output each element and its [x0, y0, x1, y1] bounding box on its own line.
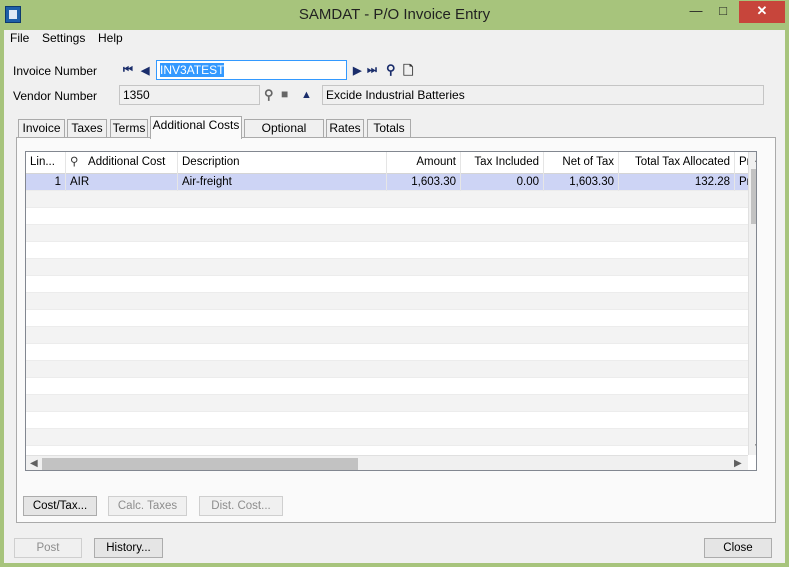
additional-cost-header-text: Additional Cost [88, 156, 166, 168]
table-row[interactable] [26, 293, 748, 310]
vertical-scroll-thumb[interactable] [751, 169, 756, 224]
dist-cost-button[interactable]: Dist. Cost... [199, 496, 283, 516]
table-row[interactable] [26, 208, 748, 225]
menu-settings[interactable]: Settings [42, 31, 85, 45]
post-button[interactable]: Post [14, 538, 82, 558]
client-area: File Settings Help Invoice Number ⏮ ◀ IN… [4, 30, 785, 563]
horizontal-scroll-thumb[interactable] [42, 458, 358, 470]
tab-taxes[interactable]: Taxes [67, 119, 107, 138]
table-row[interactable] [26, 242, 748, 259]
column-header-tax-included[interactable]: Tax Included [461, 152, 544, 174]
new-invoice-icon[interactable]: 🗋 [403, 62, 413, 84]
grid-header: Lin... ⚲ Additional Cost Description Amo… [26, 152, 748, 174]
history-button[interactable]: History... [94, 538, 163, 558]
table-row[interactable] [26, 310, 748, 327]
finder-icon[interactable]: ⚲ [70, 156, 78, 168]
column-header-total-tax-allocated[interactable]: Total Tax Allocated [619, 152, 735, 174]
cell-additional-cost[interactable]: AIR [66, 174, 178, 191]
previous-record-icon[interactable]: ◀ [141, 64, 149, 77]
vertical-scrollbar[interactable]: ▲ ▼ [748, 152, 756, 455]
table-row[interactable] [26, 191, 748, 208]
tab-optional-fields[interactable]: Optional Fields [244, 119, 324, 152]
title-bar[interactable]: SAMDAT - P/O Invoice Entry — □ ✕ [0, 0, 789, 30]
scroll-up-icon[interactable]: ▲ [753, 154, 756, 165]
table-row[interactable] [26, 259, 748, 276]
menu-bar: File Settings Help [4, 30, 785, 48]
scroll-down-icon[interactable]: ▼ [753, 442, 756, 453]
table-row[interactable] [26, 429, 748, 446]
window: SAMDAT - P/O Invoice Entry — □ ✕ File Se… [0, 0, 789, 567]
vendor-finder-icon[interactable]: ⚲ [264, 87, 274, 103]
table-row[interactable] [26, 378, 748, 395]
table-row[interactable] [26, 225, 748, 242]
first-record-icon[interactable]: ⏮ [123, 64, 133, 77]
calc-taxes-button[interactable]: Calc. Taxes [108, 496, 187, 516]
table-row[interactable] [26, 361, 748, 378]
additional-costs-grid[interactable]: Lin... ⚲ Additional Cost Description Amo… [25, 151, 757, 471]
scroll-left-icon[interactable]: ◀ [30, 458, 38, 469]
cell-description[interactable]: Air-freight [178, 174, 387, 191]
close-window-button[interactable]: ✕ [739, 1, 785, 23]
close-button[interactable]: Close [704, 538, 772, 558]
cost-tax-button[interactable]: Cost/Tax... [23, 496, 97, 516]
tab-terms[interactable]: Terms [110, 119, 148, 138]
last-record-icon[interactable]: ⏭ [367, 64, 377, 77]
table-row[interactable] [26, 395, 748, 412]
menu-file[interactable]: File [10, 31, 29, 45]
cell-total-tax-allocated[interactable]: 132.28 [619, 174, 735, 191]
invoice-number-label: Invoice Number [13, 64, 98, 78]
vendor-number-field: 1350 [119, 85, 260, 105]
horizontal-scrollbar[interactable]: ◀ ▶ [26, 455, 748, 470]
vendor-number-label: Vendor Number [13, 89, 98, 103]
column-header-amount[interactable]: Amount [387, 152, 461, 174]
cell-net-of-tax[interactable]: 1,603.30 [544, 174, 619, 191]
window-title: SAMDAT - P/O Invoice Entry [298, 6, 491, 23]
scroll-right-icon[interactable]: ▶ [734, 458, 742, 469]
table-row[interactable] [26, 276, 748, 293]
cell-line[interactable]: 1 [26, 174, 66, 191]
table-row[interactable]: 1 AIR Air-freight 1,603.30 0.00 1,603.30… [26, 174, 748, 191]
table-row[interactable] [26, 327, 748, 344]
column-header-pr[interactable]: Pr [735, 152, 748, 174]
invoice-finder-icon[interactable]: ⚲ [386, 62, 396, 78]
cell-tax-included[interactable]: 0.00 [461, 174, 544, 191]
table-row[interactable] [26, 412, 748, 429]
tab-totals[interactable]: Totals [367, 119, 411, 138]
vendor-zoom-icon[interactable]: ▲ [301, 89, 312, 101]
additional-costs-panel: Lin... ⚲ Additional Cost Description Amo… [16, 137, 776, 523]
column-header-description[interactable]: Description [178, 152, 387, 174]
minimize-button[interactable]: — [683, 1, 709, 23]
cell-amount[interactable]: 1,603.30 [387, 174, 461, 191]
column-header-net-of-tax[interactable]: Net of Tax [544, 152, 619, 174]
next-record-icon[interactable]: ▶ [353, 64, 361, 77]
tab-additional-costs[interactable]: Additional Costs [150, 116, 242, 139]
tab-invoice[interactable]: Invoice [18, 119, 65, 138]
menu-help[interactable]: Help [98, 31, 123, 45]
invoice-number-input[interactable]: INV3ATEST [156, 60, 347, 80]
cell-pr[interactable]: Pr [735, 174, 748, 191]
maximize-button[interactable]: □ [710, 1, 736, 23]
table-row[interactable] [26, 344, 748, 361]
vendor-name-field: Excide Industrial Batteries [322, 85, 764, 105]
tab-rates[interactable]: Rates [326, 119, 364, 138]
vendor-document-icon[interactable]: ■ [281, 87, 288, 101]
column-header-line[interactable]: Lin... [26, 152, 66, 174]
column-header-additional-cost[interactable]: ⚲ Additional Cost [66, 152, 178, 174]
